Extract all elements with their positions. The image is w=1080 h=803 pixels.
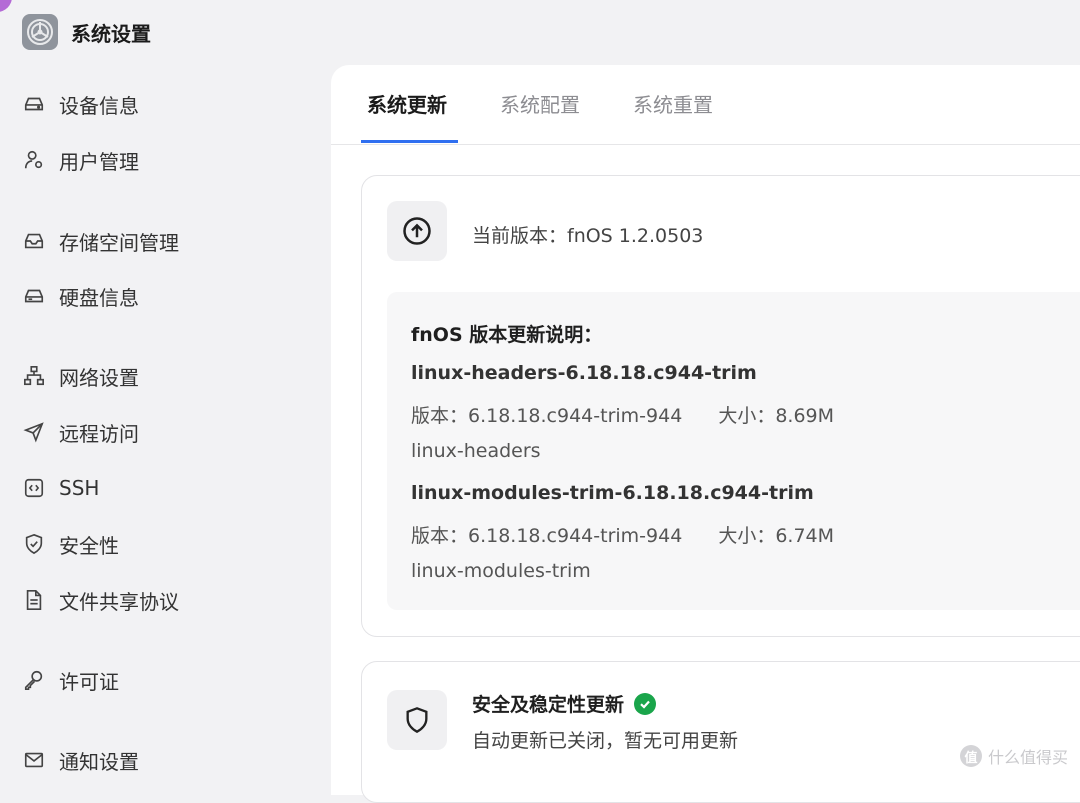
package-name: linux-headers-6.18.18.c944-trim [411,362,757,384]
security-update-title: 安全及稳定性更新 [472,690,657,717]
watermark: 值 什么值得买 [959,744,1068,768]
sidebar-item-label: 文件共享协议 [59,589,179,614]
tab-bar: 系统更新 系统配置 系统重置 [331,65,1080,145]
watermark-text: 什么值得买 [987,748,1068,767]
check-circle-icon [634,692,657,715]
gear-logo-icon [22,14,58,50]
update-card: 当前版本：fnOS 1.2.0503 fnOS 版本更新说明： linux-he… [361,175,1080,637]
sidebar-item-label: 网络设置 [59,365,139,390]
sidebar-item-label: 许可证 [59,669,119,694]
upload-circle-icon [387,201,447,261]
sidebar-item-label: 硬盘信息 [59,285,139,310]
active-tab-indicator [361,140,458,143]
key-icon [22,668,46,692]
package-version: 版本：6.18.18.c944-trim-944 [411,525,683,547]
send-icon [22,420,46,444]
sidebar-item-label: 用户管理 [59,149,139,174]
sidebar-item-license[interactable]: 许可证 [22,665,119,695]
main-panel: 系统更新 系统配置 系统重置 当前版本：fnOS 1.2.0503 fnOS 版… [331,65,1080,803]
app-title: 系统设置 [71,21,151,46]
sidebar-item-device-info[interactable]: 设备信息 [22,89,139,119]
sidebar-item-storage[interactable]: 存储空间管理 [22,226,179,256]
release-notes: fnOS 版本更新说明： linux-headers-6.18.18.c944-… [387,292,1080,610]
sidebar-item-network[interactable]: 网络设置 [22,361,139,391]
sidebar-item-label: SSH [59,476,100,500]
current-version: 当前版本：fnOS 1.2.0503 [472,225,704,247]
network-icon [22,364,46,388]
package-size: 大小：8.69M [718,405,835,427]
sidebar-item-file-sharing[interactable]: 文件共享协议 [22,585,179,615]
sidebar-item-label: 远程访问 [59,421,139,446]
mail-icon [22,748,46,772]
app-header: 系统设置 [22,14,151,50]
security-update-status: 自动更新已关闭，暂无可用更新 [472,730,739,752]
document-icon [22,588,46,612]
package-version: 版本：6.18.18.c944-trim-944 [411,405,683,427]
tab-system-update[interactable]: 系统更新 [367,89,447,118]
drive-icon [22,92,46,116]
security-update-title-text: 安全及稳定性更新 [472,694,625,716]
shield-icon [387,690,447,750]
shield-check-icon [22,532,46,556]
release-notes-title: fnOS 版本更新说明： [411,324,603,346]
sidebar-item-label: 存储空间管理 [59,230,179,255]
sidebar-item-label: 设备信息 [59,93,139,118]
package-meta: 版本：6.18.18.c944-trim-944 大小：6.74M [411,521,834,548]
inbox-icon [22,229,46,253]
sidebar-item-security[interactable]: 安全性 [22,529,119,559]
package-meta: 版本：6.18.18.c944-trim-944 大小：8.69M [411,401,834,428]
hard-disk-icon [22,284,46,308]
tab-system-config[interactable]: 系统配置 [500,89,580,118]
package-name: linux-modules-trim-6.18.18.c944-trim [411,482,814,504]
package-size: 大小：6.74M [718,525,835,547]
sidebar-item-remote-access[interactable]: 远程访问 [22,417,139,447]
sidebar-item-disk-info[interactable]: 硬盘信息 [22,281,139,311]
tab-system-reset[interactable]: 系统重置 [633,89,713,118]
sidebar: 系统设置 设备信息 用户管理 存储空间管理 硬盘信息 网络设置 远程访问 SSH… [0,0,330,778]
watermark-logo: 值 [959,745,982,767]
package-description: linux-headers [411,440,541,462]
code-icon [22,476,46,500]
security-update-card: 安全及稳定性更新 自动更新已关闭，暂无可用更新 [361,661,1080,803]
sidebar-item-notifications[interactable]: 通知设置 [22,745,139,775]
sidebar-item-label: 安全性 [59,533,119,558]
package-description: linux-modules-trim [411,560,591,582]
sidebar-item-label: 通知设置 [59,749,139,774]
users-icon [22,148,46,172]
sidebar-item-user-management[interactable]: 用户管理 [22,145,139,175]
sidebar-item-ssh[interactable]: SSH [22,473,99,503]
